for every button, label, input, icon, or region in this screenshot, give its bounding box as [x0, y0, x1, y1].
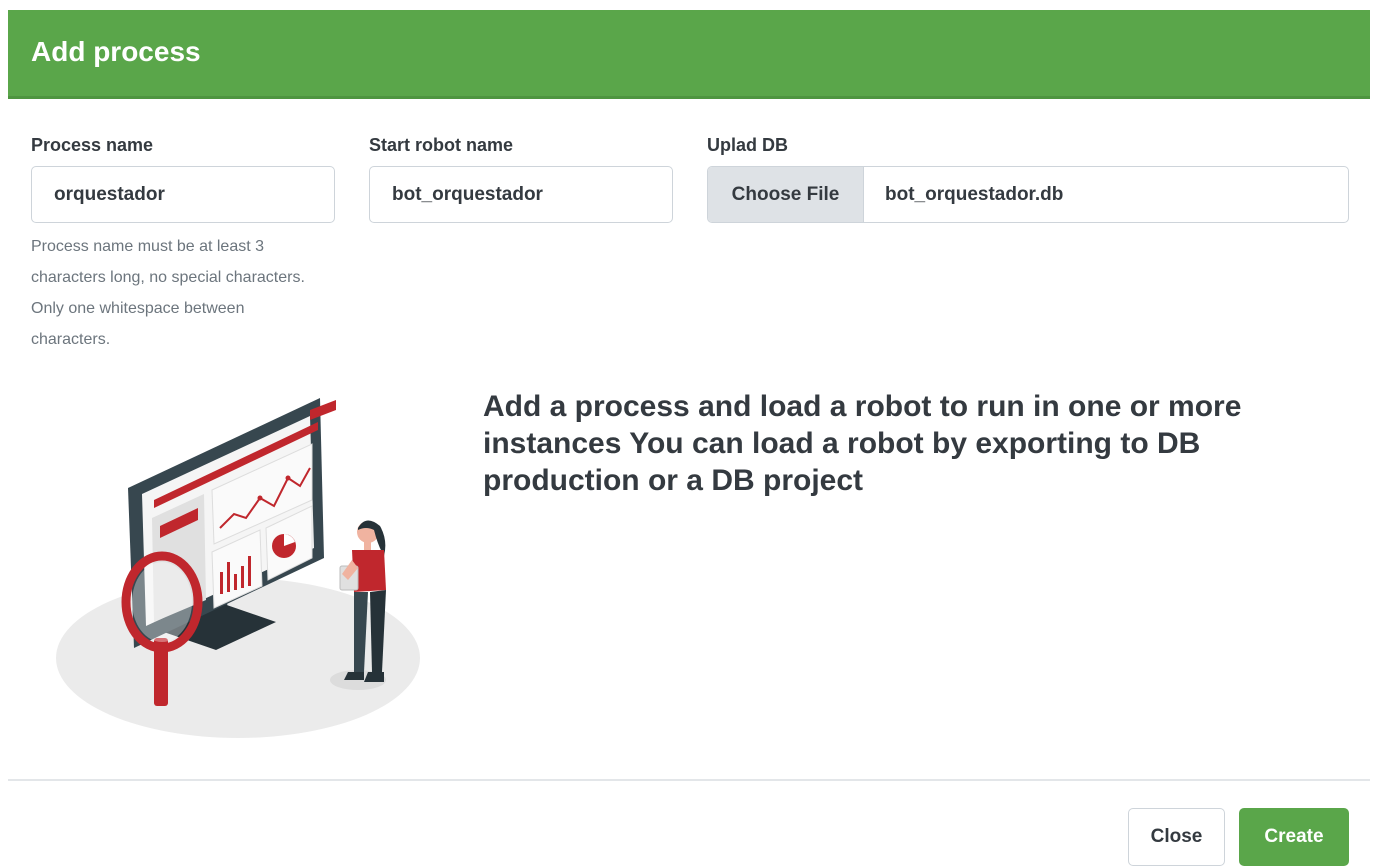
chart-point [257, 495, 263, 501]
start-robot-name-input[interactable] [369, 166, 673, 223]
bar [234, 574, 237, 590]
add-process-modal: Add process Process name Process name mu… [8, 10, 1370, 866]
choose-file-button[interactable]: Choose File [708, 167, 864, 222]
start-robot-name-label: Start robot name [369, 135, 514, 155]
create-button[interactable]: Create [1239, 808, 1349, 866]
bar [227, 562, 230, 592]
bar [241, 566, 244, 588]
modal-header: Add process [8, 10, 1370, 99]
process-name-label: Process name [31, 135, 154, 155]
bar [248, 556, 251, 586]
process-name-help-text: Process name must be at least 3 characte… [31, 238, 305, 348]
footer-divider [8, 779, 1370, 781]
close-button[interactable]: Close [1128, 808, 1225, 866]
analytics-dashboard-illustration [56, 398, 420, 738]
upload-db-label: Uplad DB [707, 135, 788, 155]
person-neck [364, 542, 371, 550]
bar [220, 572, 223, 594]
selected-file-name: bot_orquestador.db [885, 183, 1064, 205]
chart-point [285, 475, 291, 481]
upload-db-file-input[interactable]: Choose File bot_orquestador.db [707, 166, 1349, 223]
process-name-input[interactable] [31, 166, 335, 223]
magnifier-glass [132, 562, 192, 642]
modal-title: Add process [31, 36, 201, 67]
process-description: Add a process and load a robot to run in… [483, 390, 1242, 497]
